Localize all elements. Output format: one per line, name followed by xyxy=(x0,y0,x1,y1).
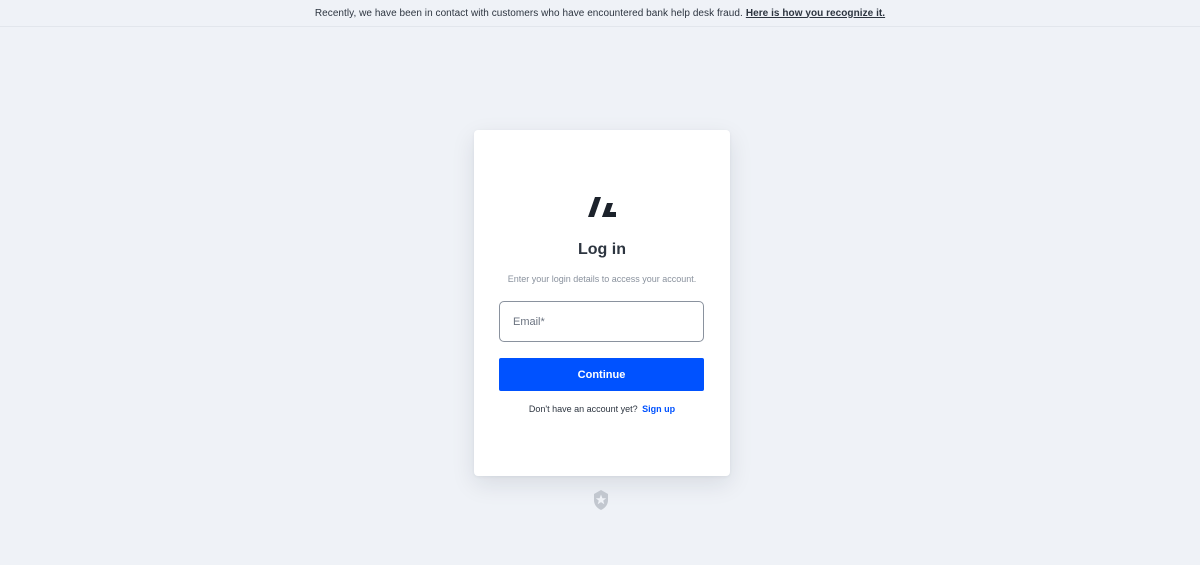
fraud-warning-banner: Recently, we have been in contact with c… xyxy=(0,0,1200,27)
signup-prompt-text: Don't have an account yet? xyxy=(528,404,638,414)
shield-star-icon xyxy=(594,490,608,510)
brand-logo-icon xyxy=(588,197,616,217)
page-title: Log in xyxy=(578,241,626,258)
banner-text: Recently, we have been in contact with c… xyxy=(314,7,743,19)
signup-link[interactable]: Sign up xyxy=(642,404,675,414)
email-field[interactable] xyxy=(499,301,704,342)
login-card: Log in Enter your login details to acces… xyxy=(474,130,730,476)
continue-button[interactable]: Continue xyxy=(499,358,704,391)
login-subtitle: Enter your login details to access your … xyxy=(507,274,697,284)
signup-prompt: Don't have an account yet? Sign up xyxy=(474,404,730,414)
banner-fraud-info-link[interactable]: Here is how you recognize it. xyxy=(746,8,885,19)
